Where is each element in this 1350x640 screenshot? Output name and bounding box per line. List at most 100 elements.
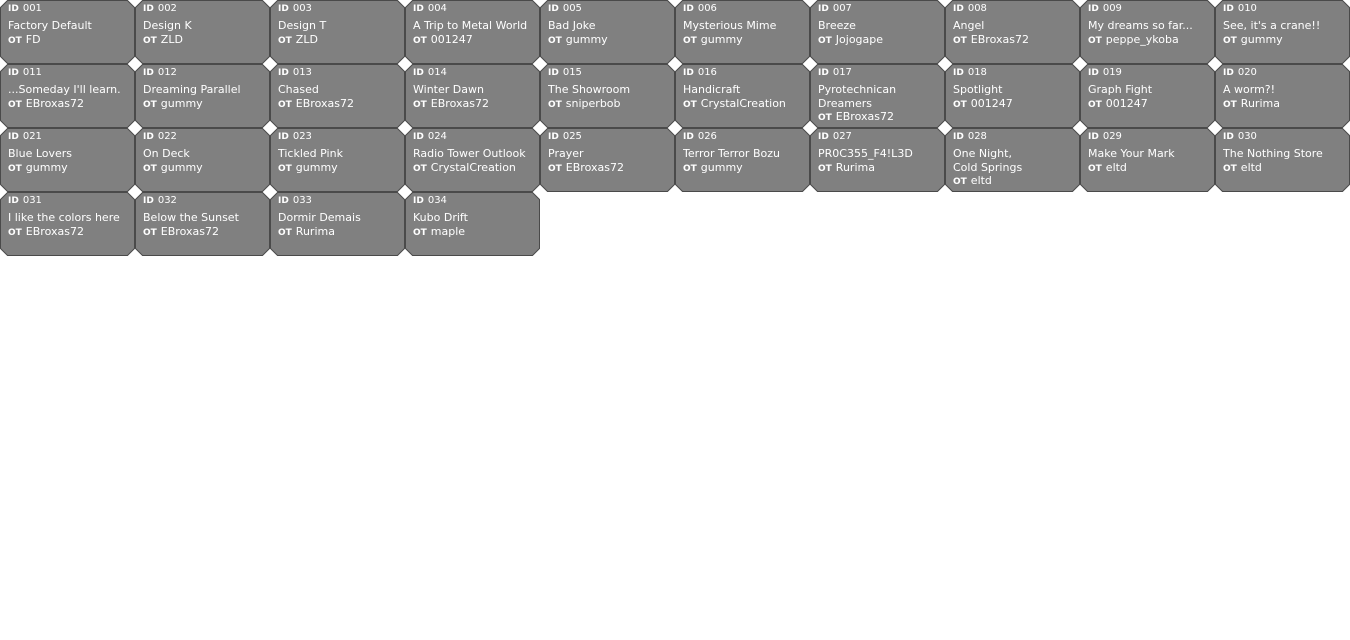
slot-id-line: ID 028 [953, 130, 1076, 147]
tile-text: ID 018 Spotlight OT 001247 [953, 66, 1076, 112]
save-slot-tile[interactable]: ID 005 Bad Joke OT gummy [540, 0, 675, 64]
slot-ot-value: maple [430, 224, 466, 238]
tile-text: ID 022 On Deck OT gummy [143, 130, 266, 176]
slot-ot-value: Rurima [1240, 96, 1280, 110]
slot-ot-line: OT 001247 [413, 33, 536, 48]
slot-ot-line: OT ZLD [278, 33, 401, 48]
save-slot-tile[interactable]: ID 003 Design T OT ZLD [270, 0, 405, 64]
slot-id-value: 034 [427, 195, 447, 206]
save-slot-tile[interactable]: ID 015 The Showroom OT sniperbob [540, 64, 675, 128]
slot-id-value: 031 [22, 195, 42, 206]
slot-id-value: 028 [967, 131, 987, 142]
save-slot-tile[interactable]: ID 013 Chased OT EBroxas72 [270, 64, 405, 128]
save-slot-tile[interactable]: ID 028 One Night, Cold Springs OT eltd [945, 128, 1080, 192]
slot-ot-line: OT EBroxas72 [953, 33, 1076, 48]
save-slot-tile[interactable]: ID 007 Breeze OT Jojogape [810, 0, 945, 64]
id-tag-label: ID [143, 68, 154, 78]
slot-ot-line: OT Rurima [278, 225, 401, 240]
save-slot-tile[interactable]: ID 020 A worm?! OT Rurima [1215, 64, 1350, 128]
save-slot-tile[interactable]: ID 012 Dreaming Parallel OT gummy [135, 64, 270, 128]
ot-tag-label: OT [143, 99, 157, 110]
tile-text: ID 032 Below the Sunset OT EBroxas72 [143, 194, 266, 240]
slot-ot-value: eltd [1240, 160, 1262, 174]
slot-ot-value: 001247 [970, 96, 1013, 110]
save-slot-tile[interactable]: ID 034 Kubo Drift OT maple [405, 192, 540, 256]
tile-text: ID 010 See, it's a crane!! OT gummy [1223, 2, 1346, 48]
slot-ot-value: gummy [160, 96, 203, 110]
slot-id-value: 009 [1102, 3, 1122, 14]
save-slot-tile[interactable]: ID 011 ...Someday I'll learn. OT EBroxas72 [0, 64, 135, 128]
save-slot-tile[interactable]: ID 006 Mysterious Mime OT gummy [675, 0, 810, 64]
ot-tag-label: OT [818, 113, 832, 123]
tile-text: ID 009 My dreams so far... OT peppe_ykoba [1088, 2, 1211, 48]
save-slot-tile[interactable]: ID 002 Design K OT ZLD [135, 0, 270, 64]
save-slot-tile[interactable]: ID 018 Spotlight OT 001247 [945, 64, 1080, 128]
tile-text: ID 002 Design K OT ZLD [143, 2, 266, 48]
id-tag-label: ID [413, 68, 424, 78]
save-slot-tile[interactable]: ID 019 Graph Fight OT 001247 [1080, 64, 1215, 128]
save-slot-tile[interactable]: ID 021 Blue Lovers OT gummy [0, 128, 135, 192]
slot-id-line: ID 026 [683, 130, 806, 147]
slot-ot-value: EBroxas72 [295, 96, 354, 110]
id-tag-label: ID [683, 132, 694, 142]
id-tag-label: ID [548, 68, 559, 78]
slot-id-value: 027 [832, 131, 852, 142]
save-slot-tile[interactable]: ID 017 Pyrotechnican Dreamers OT EBroxas72 [810, 64, 945, 128]
save-slot-tile[interactable]: ID 023 Tickled Pink OT gummy [270, 128, 405, 192]
slot-id-line: ID 002 [143, 2, 266, 19]
save-slot-tile[interactable]: ID 016 Handicraft OT CrystalCreation [675, 64, 810, 128]
save-slot-tile[interactable]: ID 027 PR0C355_F4!L3D OT Rurima [810, 128, 945, 192]
ot-tag-label: OT [413, 227, 427, 238]
slot-ot-line: OT CrystalCreation [413, 161, 536, 176]
save-slot-tile[interactable]: ID 009 My dreams so far... OT peppe_ykoba [1080, 0, 1215, 64]
slot-id-value: 010 [1237, 3, 1257, 14]
save-slot-tile[interactable]: ID 001 Factory Default OT FD [0, 0, 135, 64]
save-slot-tile[interactable]: ID 004 A Trip to Metal World OT 001247 [405, 0, 540, 64]
slot-id-line: ID 024 [413, 130, 536, 147]
slot-id-line: ID 027 [818, 130, 941, 147]
id-tag-label: ID [1223, 4, 1234, 14]
save-slot-tile[interactable]: ID 026 Terror Terror Bozu OT gummy [675, 128, 810, 192]
slot-title: The Showroom [548, 83, 631, 96]
slot-id-value: 003 [292, 3, 312, 14]
tile-text: ID 028 One Night, Cold Springs OT eltd [953, 130, 1076, 189]
slot-id-value: 020 [1237, 67, 1257, 78]
save-slot-tile[interactable]: ID 010 See, it's a crane!! OT gummy [1215, 0, 1350, 64]
slot-id-line: ID 011 [8, 66, 131, 83]
id-tag-label: ID [278, 4, 289, 14]
save-slot-tile[interactable]: ID 008 Angel OT EBroxas72 [945, 0, 1080, 64]
slot-ot-line: OT EBroxas72 [8, 97, 131, 112]
slot-id-line: ID 020 [1223, 66, 1346, 83]
save-slot-tile[interactable]: ID 033 Dormir Demais OT Rurima [270, 192, 405, 256]
id-tag-label: ID [278, 196, 289, 206]
slot-id-value: 033 [292, 195, 312, 206]
save-slot-tile[interactable]: ID 022 On Deck OT gummy [135, 128, 270, 192]
id-tag-label: ID [1223, 132, 1234, 142]
ot-tag-label: OT [1088, 99, 1102, 110]
save-slot-tile[interactable]: ID 031 I like the colors here OT EBroxas72 [0, 192, 135, 256]
slot-title: Terror Terror Bozu [683, 147, 780, 160]
save-slot-tile[interactable]: ID 029 Make Your Mark OT eltd [1080, 128, 1215, 192]
save-slot-tile[interactable]: ID 030 The Nothing Store OT eltd [1215, 128, 1350, 192]
slot-id-line: ID 015 [548, 66, 671, 83]
ot-tag-label: OT [143, 35, 157, 46]
slot-ot-value: peppe_ykoba [1105, 32, 1179, 46]
save-slot-tile[interactable]: ID 014 Winter Dawn OT EBroxas72 [405, 64, 540, 128]
save-slot-tile[interactable]: ID 025 Prayer OT EBroxas72 [540, 128, 675, 192]
slot-ot-value: Rurima [295, 224, 335, 238]
id-tag-label: ID [413, 4, 424, 14]
tile-text: ID 015 The Showroom OT sniperbob [548, 66, 671, 112]
tile-text: ID 033 Dormir Demais OT Rurima [278, 194, 401, 240]
slot-id-value: 026 [697, 131, 717, 142]
save-slot-tile[interactable]: ID 032 Below the Sunset OT EBroxas72 [135, 192, 270, 256]
ot-tag-label: OT [548, 163, 562, 174]
slot-ot-line: OT EBroxas72 [548, 161, 671, 176]
ot-tag-label: OT [278, 35, 292, 46]
slot-id-value: 015 [562, 67, 582, 78]
slot-title: Chased [278, 83, 319, 96]
save-slot-tile[interactable]: ID 024 Radio Tower Outlook OT CrystalCreatio… [405, 128, 540, 192]
id-tag-label: ID [1088, 68, 1099, 78]
save-slot-grid: ID 001 Factory Default OT FD ID 002 Design K OT Z… [0, 0, 1350, 256]
slot-id-line: ID 013 [278, 66, 401, 83]
slot-id-line: ID 001 [8, 2, 131, 19]
